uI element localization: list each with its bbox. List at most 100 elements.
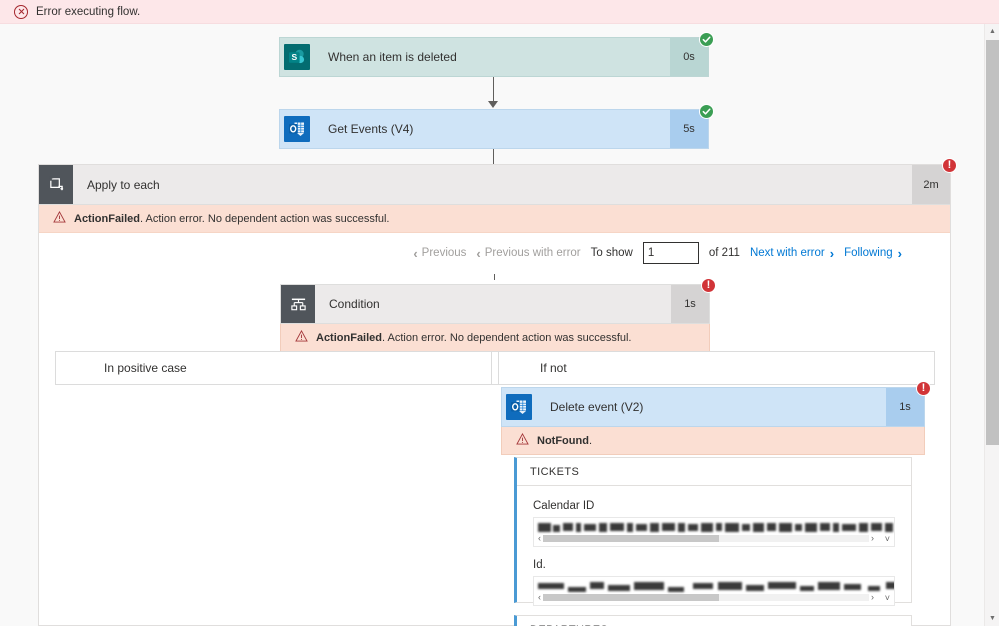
condition-branch-icon: [281, 285, 315, 323]
branch-header-no[interactable]: If not: [491, 351, 935, 385]
chevron-right-icon: ›: [871, 592, 874, 602]
field-scrollbar[interactable]: ‹ ›: [538, 593, 874, 602]
previous-button[interactable]: ‹ Previous: [413, 246, 466, 261]
field-value-box[interactable]: ‹ › ˅: [533, 576, 895, 606]
apply-to-each-header[interactable]: Apply to each 2m !: [39, 158, 957, 205]
connector-line: [494, 274, 495, 280]
delete-event-node-group: Delete event (V2) 1s ! NotFound.: [501, 381, 931, 455]
error-code: ActionFailed: [316, 331, 383, 344]
node-title: Condition: [329, 297, 380, 311]
apply-to-each-container: Apply to each 2m ! ActionFailed. Action …: [38, 158, 957, 626]
error-text: . Action error. No dependent action was …: [140, 212, 390, 225]
node-title: When an item is deleted: [328, 50, 457, 64]
error-banner: Error executing flow.: [0, 0, 999, 24]
error-code: ActionFailed: [74, 212, 141, 225]
error-text: .: [588, 434, 592, 447]
field-scrollbar[interactable]: ‹ ›: [538, 534, 874, 543]
field-label: Calendar ID: [533, 500, 595, 512]
outlook-calendar-icon: [506, 394, 532, 420]
error-circle-exclamation-icon: !: [701, 278, 716, 293]
node-icon-slot: [502, 388, 536, 426]
scrollbar-thumb[interactable]: [986, 40, 999, 445]
condition-node-group: Condition 1s ! ActionFailed. Action erro…: [280, 278, 716, 352]
condition-error: ActionFailed. Action error. No dependent…: [280, 324, 710, 352]
branch-label: In positive case: [104, 361, 187, 375]
next-with-error-label: Next with error: [749, 247, 825, 259]
chevron-down-icon[interactable]: ▼: [985, 611, 999, 626]
iteration-number-input[interactable]: [642, 242, 699, 264]
error-circle-x-icon: [14, 4, 28, 19]
delete-event-error: NotFound.: [501, 427, 925, 455]
following-button[interactable]: Following ›: [844, 246, 902, 261]
scroll-thumb[interactable]: [543, 594, 720, 601]
chevron-right-icon: ›: [829, 245, 835, 261]
previous-label: Previous: [421, 247, 467, 259]
exclamation-glyph: !: [947, 159, 952, 171]
chevron-left-icon: ‹: [476, 245, 481, 261]
apply-to-each-error: ActionFailed. Action error. No dependent…: [39, 205, 950, 233]
error-banner-message: Error executing flow.: [36, 5, 141, 18]
warning-triangle-icon: [53, 210, 66, 226]
warning-triangle-icon: [295, 329, 308, 345]
node-title: Delete event (V2): [550, 400, 644, 414]
node-icon-slot: [280, 110, 314, 148]
field-label: Id.: [533, 559, 546, 571]
chevron-right-icon: ›: [897, 245, 902, 261]
sharepoint-icon: S: [284, 44, 310, 70]
check-icon: [56, 352, 90, 384]
connector-line: [493, 77, 494, 103]
error-circle-exclamation-icon: !: [942, 158, 957, 173]
field-calendar-id: Calendar ID ‹ › ˅: [533, 500, 895, 547]
previous-with-error-button[interactable]: ‹ Previous with error: [476, 246, 580, 261]
field-id: Id. ‹ › ˅: [533, 559, 895, 606]
flow-run-viewer: Error executing flow. S When an item is …: [0, 0, 999, 626]
panel-departures: DEPARTURES: [514, 615, 912, 626]
previous-with-error-label: Previous with error: [484, 247, 581, 259]
panel-body: Calendar ID ‹ › ˅ Id. ‹ › ˅: [517, 486, 911, 606]
flow-node-get-events[interactable]: Get Events (V4) 5s: [279, 104, 714, 149]
chevron-down-icon[interactable]: ˅: [885, 534, 890, 544]
exclamation-glyph: !: [706, 279, 711, 291]
chevron-down-icon[interactable]: ˅: [885, 593, 890, 603]
redacted-value: [538, 521, 893, 535]
flow-node-condition[interactable]: Condition 1s !: [280, 278, 716, 324]
warning-triangle-icon: [516, 432, 529, 448]
panel-header: TICKETS: [517, 458, 911, 486]
chevron-up-icon[interactable]: ▲: [985, 24, 999, 39]
chevron-right-icon: ›: [871, 533, 874, 543]
node-title: Apply to each: [87, 177, 160, 192]
branch-header-yes[interactable]: In positive case: [55, 351, 499, 385]
scroll-track[interactable]: [543, 594, 869, 601]
node-title: Get Events (V4): [328, 122, 414, 136]
error-code: NotFound: [537, 434, 589, 447]
outlook-calendar-icon: [284, 116, 310, 142]
exclamation-glyph: !: [921, 382, 926, 394]
loop-icon: [39, 165, 73, 204]
chevron-left-icon: ‹: [413, 245, 418, 261]
connector-arrow: [488, 101, 498, 108]
check-circle-icon: [699, 104, 714, 119]
flow-canvas: S When an item is deleted 0s Get Events …: [0, 24, 984, 626]
close-x-icon: [492, 352, 526, 384]
panel-header: DEPARTURES: [517, 616, 911, 626]
following-label: Following: [844, 247, 893, 259]
field-value-box[interactable]: ‹ › ˅: [533, 517, 895, 547]
flow-node-delete-event[interactable]: Delete event (V2) 1s !: [501, 381, 931, 427]
scroll-thumb[interactable]: [543, 535, 720, 542]
to-show-label: To show: [590, 247, 633, 259]
redacted-value: [538, 580, 894, 594]
panel-tickets: TICKETS Calendar ID ‹ › ˅ Id. ‹ › ˅: [514, 457, 912, 606]
chevron-left-icon: ‹: [538, 592, 541, 602]
scroll-track[interactable]: [543, 535, 869, 542]
chevron-left-icon: ‹: [538, 533, 541, 543]
node-icon-slot: S: [280, 38, 314, 76]
next-with-error-button[interactable]: Next with error ›: [750, 246, 834, 261]
branch-label: If not: [540, 361, 567, 375]
error-circle-exclamation-icon: !: [916, 381, 931, 396]
error-text: . Action error. No dependent action was …: [382, 331, 632, 344]
flow-node-trigger[interactable]: S When an item is deleted 0s: [279, 32, 714, 77]
iteration-pager: ‹ Previous ‹ Previous with error To show…: [39, 233, 950, 273]
check-circle-icon: [699, 32, 714, 47]
vertical-scrollbar[interactable]: ▲ ▼: [984, 24, 999, 626]
total-iterations-label: of 211: [708, 247, 740, 259]
